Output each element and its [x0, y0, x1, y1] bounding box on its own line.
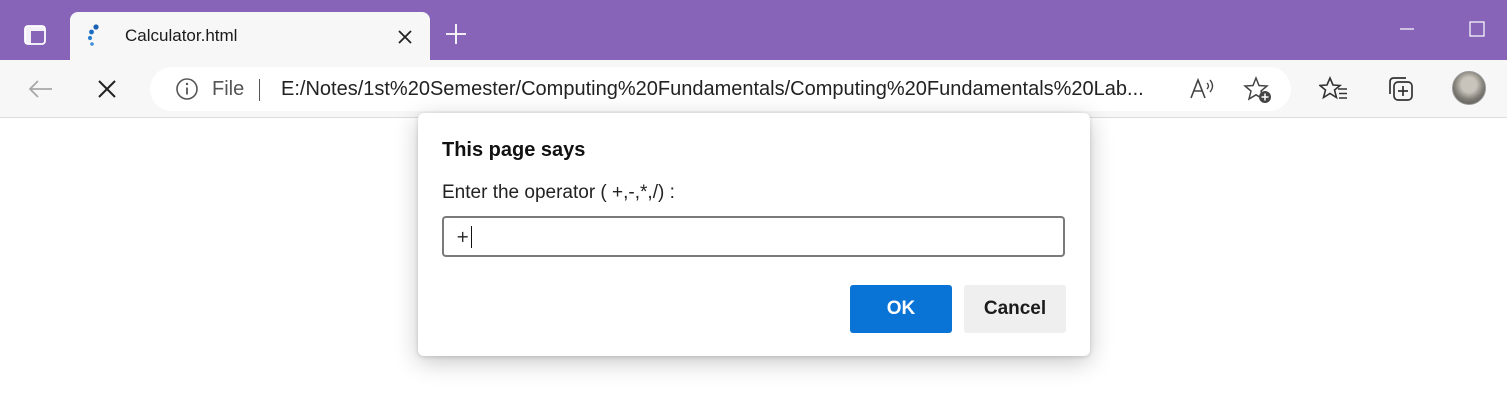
address-separator — [259, 79, 260, 101]
tab-actions-button[interactable] — [14, 17, 56, 53]
url-text[interactable]: E:/Notes/1st%20Semester/Computing%20Fund… — [281, 78, 1176, 101]
text-caret — [471, 225, 473, 248]
tab-close-button[interactable] — [392, 24, 418, 50]
browser-toolbar: File E:/Notes/1st%20Semester/Computing%2… — [0, 60, 1507, 118]
profile-avatar[interactable] — [1452, 71, 1486, 105]
favorites-icon — [1319, 75, 1347, 100]
back-arrow-icon — [28, 80, 52, 98]
plus-icon — [446, 24, 466, 44]
title-bar: Calculator.html — [0, 0, 1507, 60]
stop-loading-button[interactable] — [89, 71, 125, 107]
loading-favicon-icon — [87, 24, 99, 46]
maximize-icon — [1469, 21, 1485, 37]
dialog-title: This page says — [442, 139, 586, 161]
info-icon[interactable] — [175, 77, 199, 101]
prompt-input-value: + — [456, 227, 470, 246]
favorites-button[interactable] — [1316, 71, 1352, 107]
minimize-icon — [1400, 28, 1414, 30]
prompt-input[interactable]: + — [442, 216, 1065, 257]
tab-calculator[interactable]: Calculator.html — [70, 12, 430, 60]
ok-button[interactable]: OK — [850, 285, 952, 333]
tab-actions-icon — [24, 25, 46, 45]
add-favorite-icon — [1243, 75, 1271, 103]
collections-icon — [1389, 77, 1413, 101]
read-aloud-icon — [1190, 77, 1214, 99]
tab-title: Calculator.html — [125, 26, 238, 45]
add-favorite-button[interactable] — [1243, 75, 1273, 105]
dialog-message: Enter the operator ( +,-,*,/) : — [442, 182, 675, 203]
stop-icon — [98, 80, 116, 98]
maximize-button[interactable] — [1462, 14, 1492, 44]
new-tab-button[interactable] — [440, 18, 472, 50]
address-bar[interactable]: File E:/Notes/1st%20Semester/Computing%2… — [150, 67, 1291, 111]
close-icon — [398, 30, 412, 44]
minimize-button[interactable] — [1392, 14, 1422, 44]
site-scheme-label[interactable]: File — [212, 78, 244, 101]
back-button[interactable] — [22, 71, 58, 107]
cancel-button[interactable]: Cancel — [964, 285, 1066, 333]
prompt-dialog: This page says Enter the operator ( +,-,… — [418, 113, 1090, 356]
collections-button[interactable] — [1383, 71, 1419, 107]
read-aloud-button[interactable] — [1188, 75, 1218, 103]
